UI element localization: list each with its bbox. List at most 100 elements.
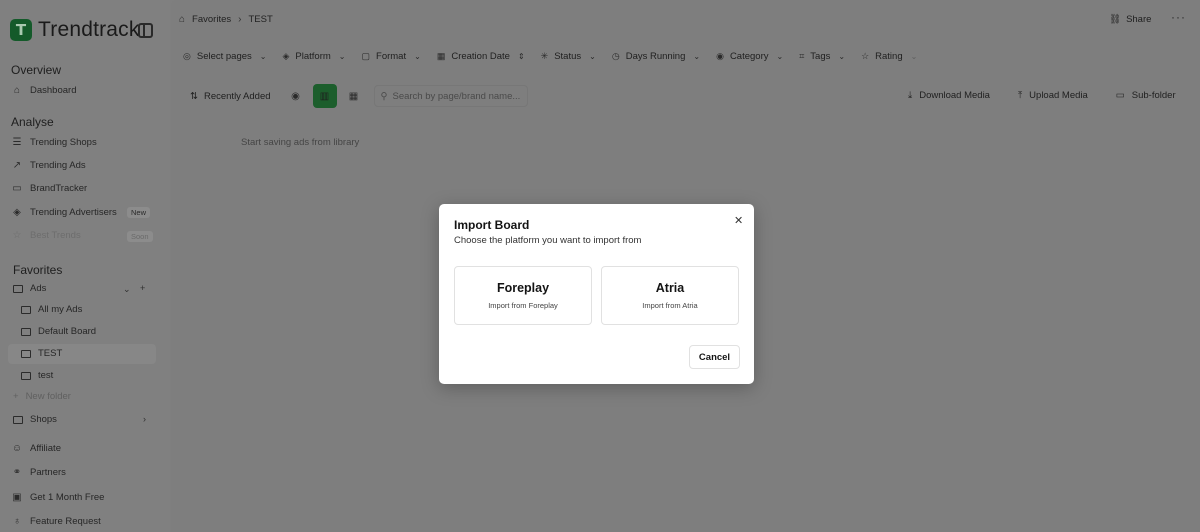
cancel-button[interactable]: Cancel [689,345,740,369]
sort-icon: ⇅ [190,90,198,102]
favorites-test-board[interactable]: TEST [21,348,62,359]
nav-dashboard[interactable]: ⌂ Dashboard [12,85,77,96]
filter-status[interactable]: ✳ Status ⌄ [538,49,599,64]
import-option-atria[interactable]: Atria Import from Atria [601,266,739,325]
filter-format[interactable]: ▢ Format ⌄ [359,49,424,64]
filter-creation-date-label: Creation Date [451,51,510,62]
chevron-right-icon: › [238,14,242,25]
favorites-all-my-ads-label: All my Ads [38,304,83,315]
empty-state-text: Start saving ads from library [241,137,360,148]
share-button[interactable]: ⛓ Share [1109,14,1151,25]
search-input[interactable]: ⚲ Search by page/brand name... [373,85,528,107]
nav-affiliate-label: Affiliate [30,443,61,454]
filter-tags-label: Tags [810,51,831,62]
list-icon: ☰ [12,137,22,148]
favorites-default-board[interactable]: Default Board [21,326,96,337]
preview-toggle-icon[interactable]: ◉ [284,84,308,108]
nav-partners[interactable]: ⚭ Partners [12,467,66,478]
pages-icon: ◎ [183,51,191,61]
logo-text: Trendtrack [38,18,140,41]
bulb-icon: ♁ [13,516,21,527]
search-icon: ⚲ [380,90,388,102]
soon-badge: Soon [127,231,153,242]
modal-title: Import Board [454,218,530,232]
people-icon: ☺ [11,443,23,454]
filter-platform-label: Platform [295,51,331,62]
import-option-foreplay[interactable]: Foreplay Import from Foreplay [454,266,592,325]
star-icon: ☆ [861,51,870,61]
filter-select-pages[interactable]: ◎ Select pages ⌄ [180,49,270,64]
chevron-down-icon: ⌄ [838,52,846,61]
favorites-ads-label: Ads [30,283,47,294]
columns-view-icon[interactable]: ▥ [312,84,337,108]
option-description: Import from Atria [642,301,698,310]
breadcrumb: ⌂ Favorites › TEST [179,14,273,25]
chevron-down-icon: ⌄ [910,52,918,61]
filter-rating[interactable]: ☆ Rating ⌄ [858,49,920,64]
chevron-down-icon: ⌄ [259,52,267,61]
home-icon: ⌂ [179,14,186,25]
sort-button[interactable]: ⇅ Recently Added [182,85,279,107]
filter-format-label: Format [376,51,407,62]
logo[interactable]: T Trendtrack [10,18,140,42]
nav-partners-label: Partners [30,467,66,478]
grid-view-icon[interactable]: ▦ [342,84,366,108]
toolbar: ⇅ Recently Added ◉ ▥ ▦ ⚲ Search by page/… [182,84,528,108]
logo-mark: T [10,19,32,41]
nav-trending-ads[interactable]: ↗ Trending Ads [12,160,86,171]
share-label: Share [1126,14,1152,25]
nav-affiliate[interactable]: ☺ Affiliate [12,443,61,454]
status-icon: ✳ [540,51,549,61]
favorites-shops-label: Shops [30,414,57,425]
filter-days-running[interactable]: ◷ Days Running ⌄ [609,49,703,64]
sidebar-collapse-icon[interactable] [138,23,153,38]
nav-trending-ads-label: Trending Ads [30,160,86,171]
chevron-down-icon[interactable]: ⌄ [123,284,131,295]
nav-trending-advertisers-label: Trending Advertisers [30,207,117,218]
breadcrumb-current: TEST [248,14,273,25]
favorites-ads[interactable]: Ads [13,283,46,294]
nav-feature-request-label: Feature Request [30,516,101,527]
nav-brandtracker-label: BrandTracker [30,183,88,194]
layers-icon: ◈ [13,207,21,218]
favorites-shops[interactable]: Shops [13,414,57,425]
filter-days-running-label: Days Running [625,51,686,62]
folder-icon [13,415,23,424]
folder-icon [21,305,31,314]
new-folder-label: New folder [25,391,71,402]
download-media-label: Download Media [919,89,990,101]
nav-trending-advertisers[interactable]: ◈ Trending Advertisers [12,207,117,218]
plus-icon[interactable]: + [140,283,145,293]
link-icon: ⛓ [1109,14,1122,25]
filter-category[interactable]: ◉ Category ⌄ [713,49,786,64]
filter-tags[interactable]: ⌗ Tags ⌄ [796,49,848,64]
handshake-icon: ⚭ [12,467,22,478]
nav-free-month[interactable]: ▣ Get 1 Month Free [12,492,104,503]
chevron-right-icon[interactable]: › [143,414,146,424]
nav-brandtracker[interactable]: ▭ BrandTracker [12,183,87,194]
breadcrumb-favorites[interactable]: Favorites [192,14,231,25]
nav-best-trends-label: Best Trends [30,230,81,241]
nav-trending-shops[interactable]: ☰ Trending Shops [12,137,97,148]
upload-media-button[interactable]: ⤒ Upload Media [1010,84,1096,106]
filter-creation-date[interactable]: ▦ Creation Date ⇕ [434,49,528,64]
new-folder-button[interactable]: + New folder [13,391,71,402]
trend-icon: ↗ [12,160,22,171]
favorites-test-lower[interactable]: test [21,370,53,381]
filter-category-label: Category [729,51,769,62]
option-name: Foreplay [496,281,550,295]
chevron-down-icon: ⌄ [589,52,596,61]
favorites-default-board-label: Default Board [38,326,97,337]
format-icon: ▢ [361,51,371,61]
chevron-down-icon: ⌄ [414,52,421,61]
close-icon[interactable]: ✕ [734,214,743,227]
folder-icon [21,327,31,336]
download-media-button[interactable]: ⤓ Download Media [900,84,998,106]
favorites-all-my-ads[interactable]: All my Ads [21,304,82,315]
sub-folder-button[interactable]: ▭ Sub-folder [1108,84,1184,106]
filter-platform[interactable]: ◈ Platform ⌄ [280,49,349,64]
nav-feature-request[interactable]: ♁ Feature Request [12,516,101,527]
filter-select-pages-label: Select pages [196,51,252,62]
section-favorites: Favorites [13,263,63,277]
more-options-icon[interactable]: ··· [1171,10,1186,24]
